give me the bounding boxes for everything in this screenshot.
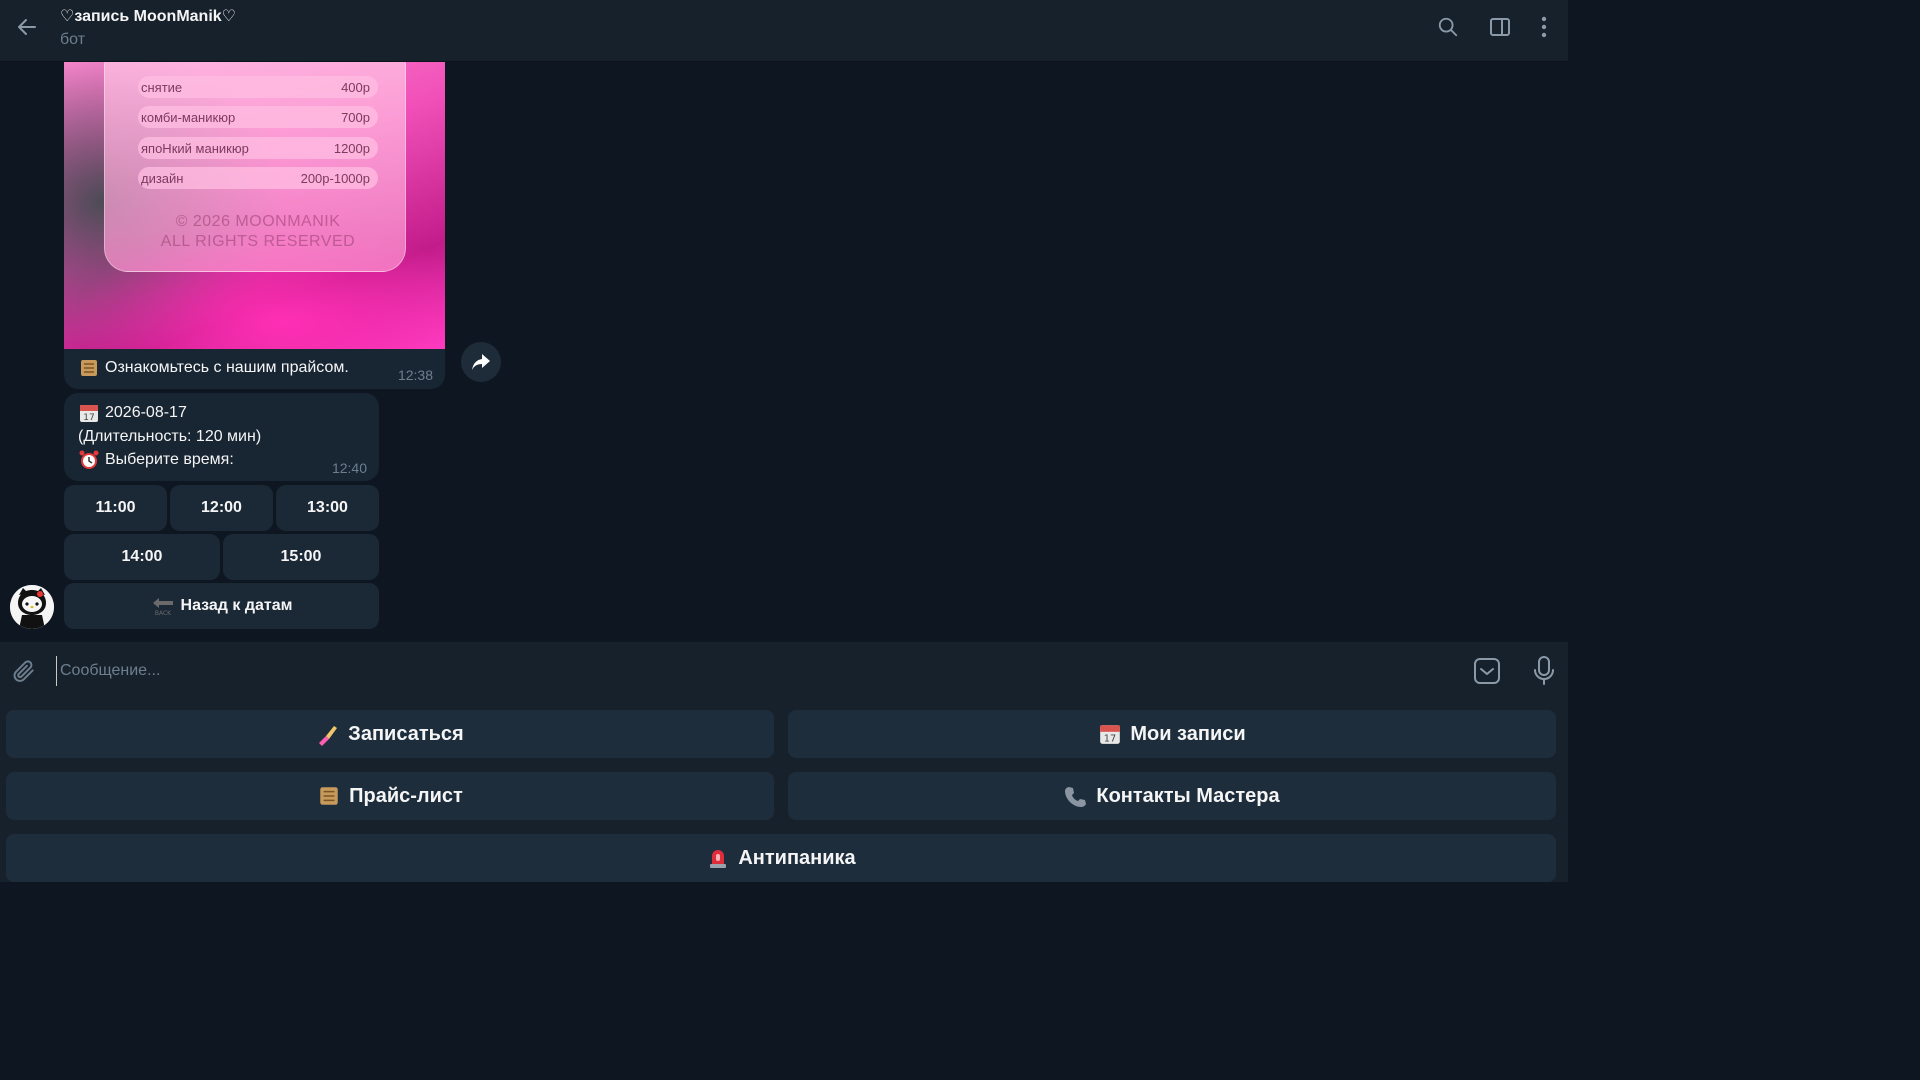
back-arrow-icon[interactable] xyxy=(12,12,42,42)
image-copyright: © 2026 MOONMANIK ALL RIGHTS RESERVED xyxy=(160,213,356,250)
chat-header: ♡запись MoonManik♡ бот xyxy=(0,0,1568,62)
price-row: дизайн 200р-1000р xyxy=(138,167,378,189)
time-slot-button[interactable]: 11:00 xyxy=(64,485,167,531)
reply-keyboard: Записаться 17 Мои записи Прайс-лист Конт… xyxy=(0,700,1568,882)
time-slot-button[interactable]: 14:00 xyxy=(64,534,220,580)
time-slot-button[interactable]: 13:00 xyxy=(276,485,379,531)
time-slot-button[interactable]: 15:00 xyxy=(223,534,379,580)
master-contacts-button[interactable]: Контакты Мастера xyxy=(788,772,1556,820)
calendar-icon: 17 xyxy=(1098,722,1122,746)
microphone-icon[interactable] xyxy=(1530,655,1558,687)
price-list-button[interactable]: Прайс-лист xyxy=(6,772,774,820)
price-row: снятие 400р xyxy=(138,76,378,98)
back-arrow-emoji-icon: BACK xyxy=(151,596,175,616)
photo-caption: Ознакомьтесь с нашим прайсом. xyxy=(78,357,349,379)
calendar-icon: 17 xyxy=(78,402,100,424)
chat-subtitle: бот xyxy=(60,31,86,48)
keyboard-toggle-icon[interactable] xyxy=(1472,656,1502,686)
forward-icon[interactable] xyxy=(461,342,501,382)
message-composer xyxy=(0,642,1568,700)
photo-message[interactable]: снятие 400р комби-маникюр 700р япоНкий м… xyxy=(64,62,445,389)
prompt-line: Выберите время: xyxy=(78,448,365,472)
chat-area[interactable]: снятие 400р комби-маникюр 700р япоНкий м… xyxy=(0,62,1568,642)
price-row: комби-маникюр 700р xyxy=(138,106,378,128)
date-line: 17 2026-08-17 xyxy=(78,401,365,425)
message-time: 12:38 xyxy=(397,367,433,383)
message-input[interactable] xyxy=(56,656,1436,686)
book-button[interactable]: Записаться xyxy=(6,710,774,758)
time-slot-button[interactable]: 12:00 xyxy=(170,485,273,531)
antipanic-button[interactable]: Антипаника xyxy=(6,834,1556,882)
message-time: 12:40 xyxy=(331,460,367,476)
nail-polish-icon xyxy=(316,722,340,746)
bot-avatar[interactable] xyxy=(10,585,54,629)
sidebar-panel-icon[interactable] xyxy=(1487,14,1513,40)
svg-text:BACK: BACK xyxy=(154,610,171,616)
siren-icon xyxy=(706,846,730,870)
price-list-image[interactable]: снятие 400р комби-маникюр 700р япоНкий м… xyxy=(64,62,445,349)
svg-text:17: 17 xyxy=(83,413,94,423)
price-row: япоНкий маникюр 1200р xyxy=(138,137,378,159)
more-vertical-icon[interactable] xyxy=(1531,14,1557,40)
paperclip-icon[interactable] xyxy=(10,657,38,685)
scroll-icon xyxy=(78,357,100,379)
svg-text:17: 17 xyxy=(1104,734,1116,745)
chat-title[interactable]: ♡запись MoonManik♡ xyxy=(60,6,236,26)
back-to-dates-button[interactable]: BACK Назад к датам xyxy=(64,583,379,629)
my-bookings-button[interactable]: 17 Мои записи xyxy=(788,710,1556,758)
scroll-icon xyxy=(317,784,341,808)
search-icon[interactable] xyxy=(1435,14,1461,40)
alarm-clock-icon xyxy=(78,449,100,471)
date-message[interactable]: 17 2026-08-17 (Длительность: 120 мин) Вы… xyxy=(64,393,379,481)
duration-line: (Длительность: 120 мин) xyxy=(78,427,262,445)
phone-icon xyxy=(1064,784,1088,808)
